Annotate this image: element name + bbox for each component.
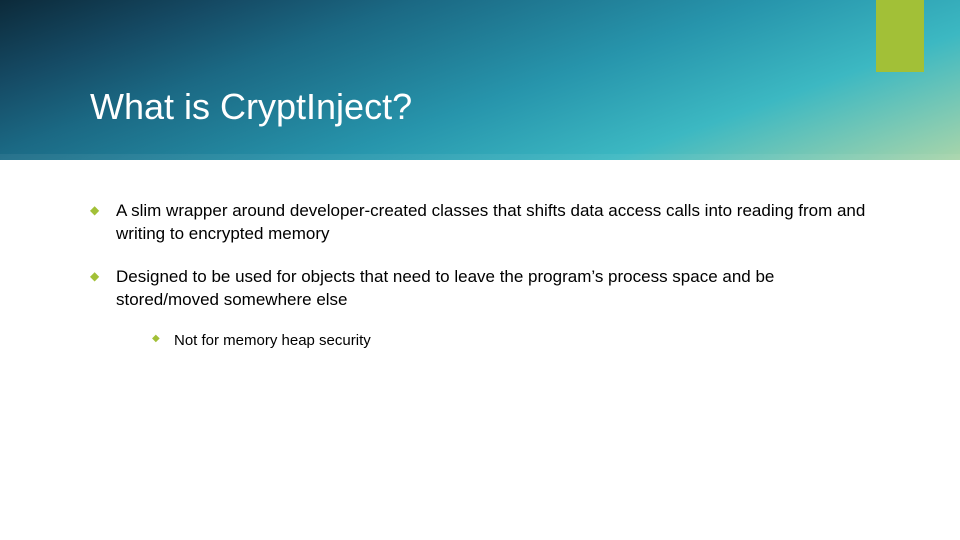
bullet-text: Not for memory heap security [174,332,371,349]
list-item: Not for memory heap security [152,330,870,351]
header-banner [0,0,960,160]
list-item: Designed to be used for objects that nee… [90,266,870,351]
bullet-text: Designed to be used for objects that nee… [116,267,774,309]
slide-title: What is CryptInject? [90,86,412,128]
list-item: A slim wrapper around developer-created … [90,200,870,246]
sub-bullet-list: Not for memory heap security [152,330,870,351]
slide-body: A slim wrapper around developer-created … [90,200,870,371]
bullet-list: A slim wrapper around developer-created … [90,200,870,351]
slide: What is CryptInject? A slim wrapper arou… [0,0,960,540]
corner-ribbon-icon [876,0,924,72]
bullet-text: A slim wrapper around developer-created … [116,201,865,243]
